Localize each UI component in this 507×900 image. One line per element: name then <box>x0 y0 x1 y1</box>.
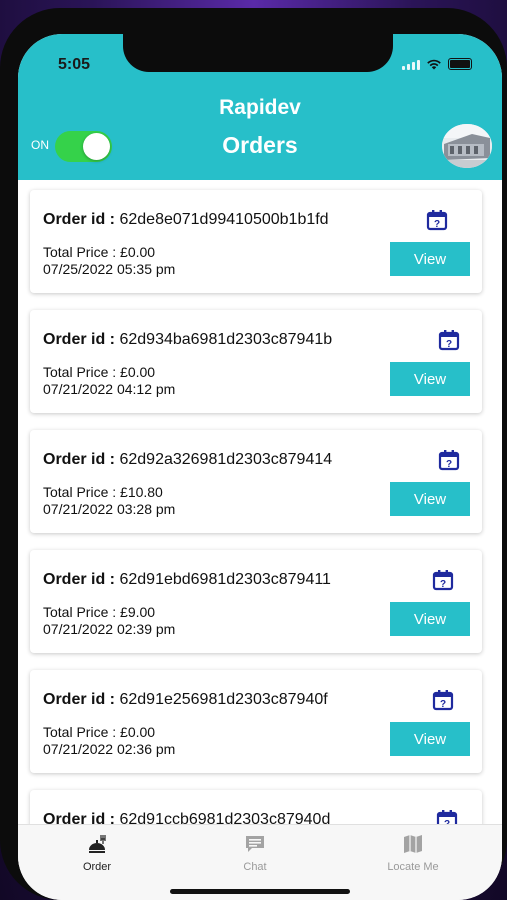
order-id-line: Order id : 62d91ccb6981d2303c87940d <box>43 811 330 824</box>
view-order-button[interactable]: View <box>390 362 470 396</box>
order-id-value: 62d91ebd6981d2303c879411 <box>119 571 331 588</box>
view-order-button[interactable]: View <box>390 722 470 756</box>
order-total-price: Total Price : £0.00 <box>43 244 156 260</box>
order-id-value: 62d91ccb6981d2303c87940d <box>119 811 331 824</box>
order-date: 07/21/2022 03:28 pm <box>43 501 176 517</box>
calendar-icon[interactable]: ? <box>436 809 458 824</box>
order-id-label: Order id : <box>43 811 116 824</box>
order-card: Order id : 62d91ebd6981d2303c879411 ? To… <box>30 550 482 653</box>
avatar[interactable] <box>442 124 492 168</box>
order-total-price: Total Price : £9.00 <box>43 604 156 620</box>
svg-text:?: ? <box>446 339 452 350</box>
view-order-button[interactable]: View <box>390 602 470 636</box>
home-indicator <box>170 889 350 894</box>
tab-locate-me-label: Locate Me <box>387 861 439 873</box>
order-id-value: 62d91e256981d2303c87940f <box>119 691 328 708</box>
device-notch <box>123 34 393 72</box>
svg-text:?: ? <box>434 219 440 230</box>
order-id-label: Order id : <box>43 571 116 588</box>
tab-chat-label: Chat <box>243 861 267 873</box>
order-id-line: Order id : 62d91ebd6981d2303c879411 <box>43 571 331 589</box>
tab-order[interactable]: Order <box>42 833 152 873</box>
svg-text:?: ? <box>440 579 446 590</box>
battery-icon <box>448 58 472 70</box>
order-date: 07/21/2022 04:12 pm <box>43 381 176 397</box>
order-date: 07/21/2022 02:36 pm <box>43 741 176 757</box>
calendar-icon[interactable]: ? <box>438 329 460 351</box>
avatar-image <box>442 124 492 168</box>
food-order-icon <box>89 835 106 853</box>
order-card: Order id : 62de8e071d99410500b1b1fd ? To… <box>30 190 482 293</box>
order-total-price: Total Price : £10.80 <box>43 484 163 500</box>
order-id-label: Order id : <box>43 331 116 348</box>
order-id-value: 62d934ba6981d2303c87941b <box>119 331 333 348</box>
tab-locate-me[interactable]: Locate Me <box>358 833 468 873</box>
map-icon <box>404 835 422 853</box>
signal-icon <box>402 59 420 70</box>
app-header: 5:05 Rapidev Orders ON <box>18 34 502 180</box>
app-screen: 5:05 Rapidev Orders ON Order id: 62de8e… <box>18 34 502 900</box>
tab-order-label: Order <box>82 861 112 873</box>
order-id-line: Order id : 62d92a326981d2303c879414 <box>43 451 332 469</box>
bottom-tab-bar: Order Chat Locate Me <box>18 824 502 900</box>
order-date: 07/21/2022 02:39 pm <box>43 621 176 637</box>
toggle-label: ON <box>31 138 49 152</box>
order-id-label: Order id : <box>43 691 116 708</box>
svg-text:?: ? <box>446 459 452 470</box>
orders-list[interactable]: Order id : 62de8e071d99410500b1b1fd ? To… <box>18 180 502 824</box>
order-id-value: 62de8e071d99410500b1b1fd <box>119 211 329 228</box>
calendar-icon[interactable]: ? <box>432 689 454 711</box>
order-id-line: Order id : 62d934ba6981d2303c87941b <box>43 331 332 349</box>
order-id-value: 62d92a326981d2303c879414 <box>119 451 333 468</box>
view-order-button[interactable]: View <box>390 242 470 276</box>
phone-frame: 5:05 Rapidev Orders ON Order id: 62de8e… <box>0 8 507 900</box>
order-card: Order id : 62d91ccb6981d2303c87940d ? <box>30 790 482 824</box>
order-card: Order id : 62d934ba6981d2303c87941b ? To… <box>30 310 482 413</box>
online-toggle[interactable] <box>55 131 112 162</box>
svg-text:?: ? <box>440 699 446 710</box>
order-total-price: Total Price : £0.00 <box>43 724 156 740</box>
order-total-price: Total Price : £0.00 <box>43 364 156 380</box>
calendar-icon[interactable]: ? <box>432 569 454 591</box>
view-order-button[interactable]: View <box>390 482 470 516</box>
order-card: Order id : 62d92a326981d2303c879414 ? To… <box>30 430 482 533</box>
status-time: 5:05 <box>58 56 91 73</box>
calendar-icon[interactable]: ? <box>438 449 460 471</box>
order-card: Order id : 62d91e256981d2303c87940f ? To… <box>30 670 482 773</box>
order-id-label: Order id : <box>43 211 116 228</box>
toggle-knob <box>83 133 110 160</box>
order-id-line: Order id : 62d91e256981d2303c87940f <box>43 691 328 709</box>
tab-chat[interactable]: Chat <box>200 833 310 873</box>
status-icons <box>402 58 472 70</box>
chat-icon <box>246 836 264 852</box>
calendar-icon[interactable]: ? <box>426 209 448 231</box>
order-id-line: Order id : 62de8e071d99410500b1b1fd <box>43 211 329 229</box>
wifi-icon <box>427 59 441 70</box>
order-id-label: Order id : <box>43 451 116 468</box>
order-date: 07/25/2022 05:35 pm <box>43 261 176 277</box>
app-name: Rapidev <box>219 96 301 119</box>
